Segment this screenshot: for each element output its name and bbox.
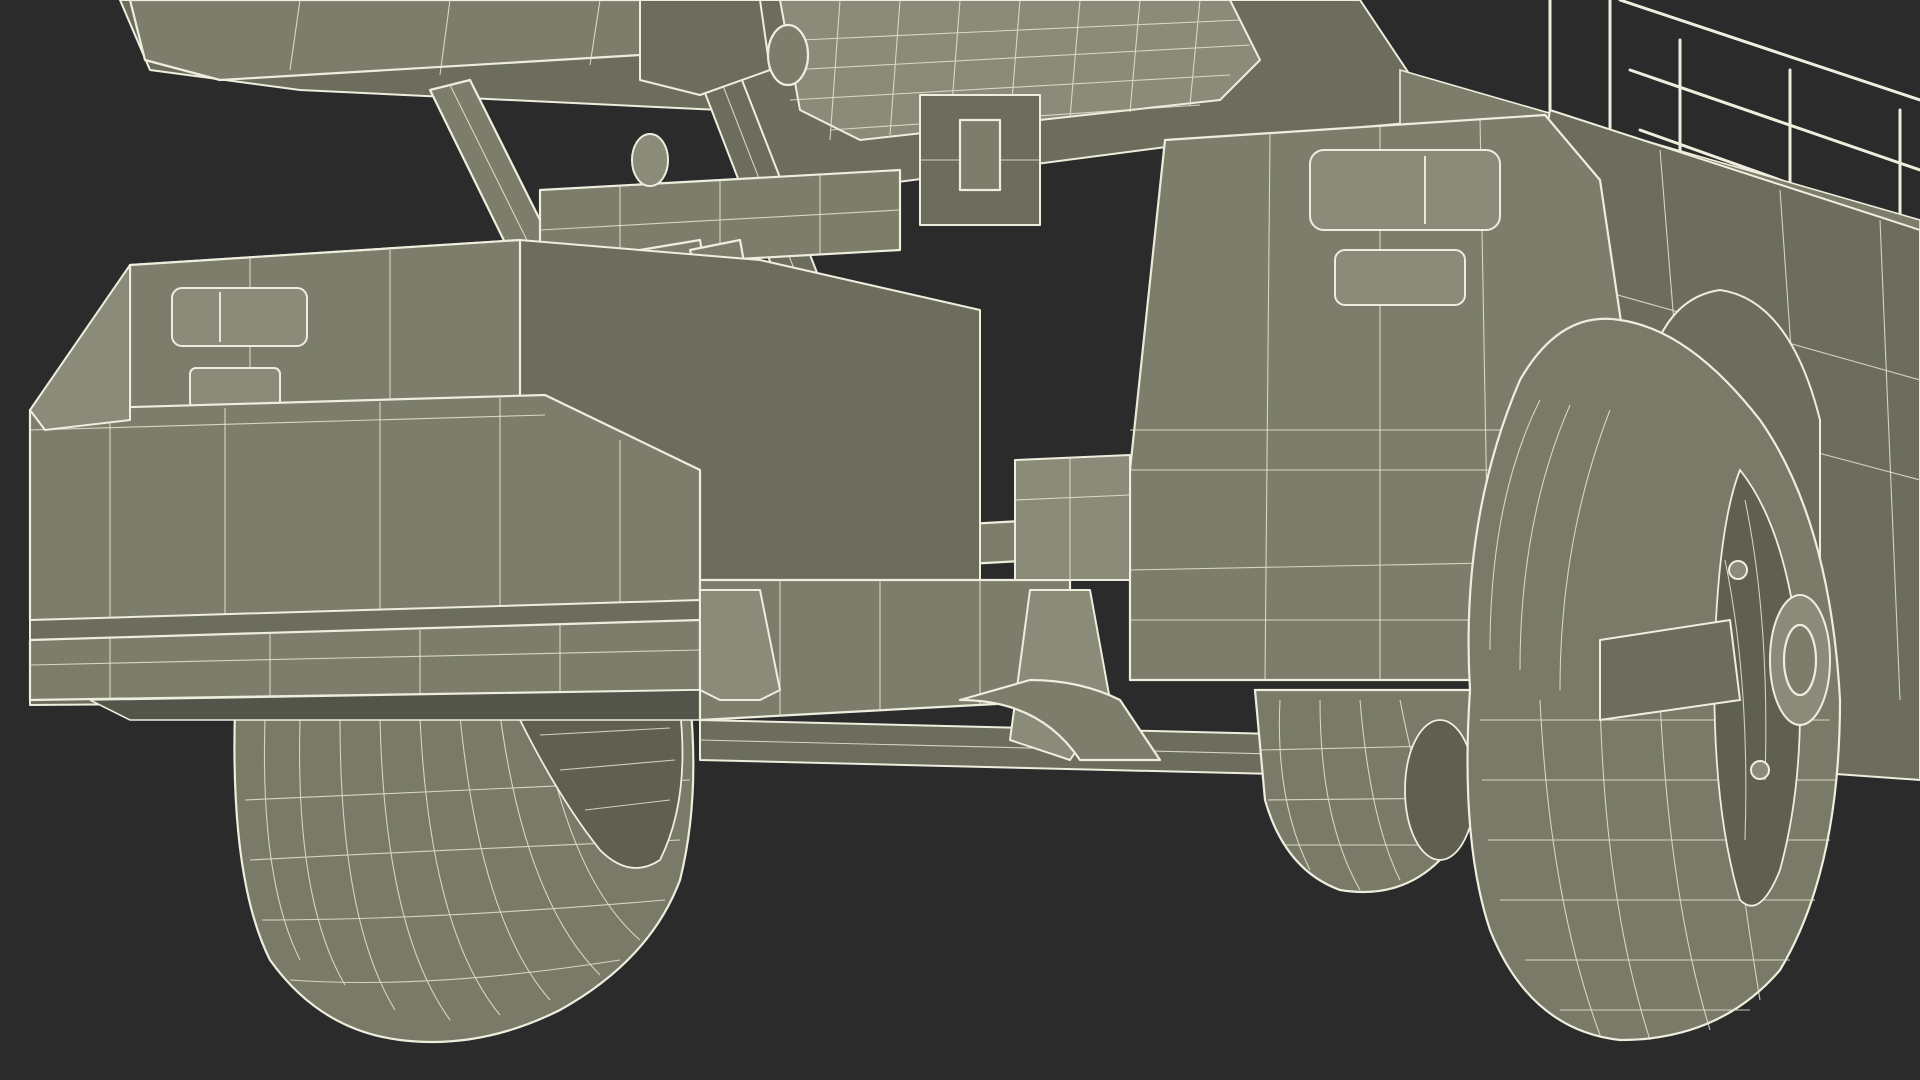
left-wheel — [233, 698, 695, 1044]
rear-wheel — [1253, 688, 1483, 894]
wireframe-render-scene — [28, 0, 1920, 1044]
3d-render-viewport — [0, 0, 1920, 1080]
